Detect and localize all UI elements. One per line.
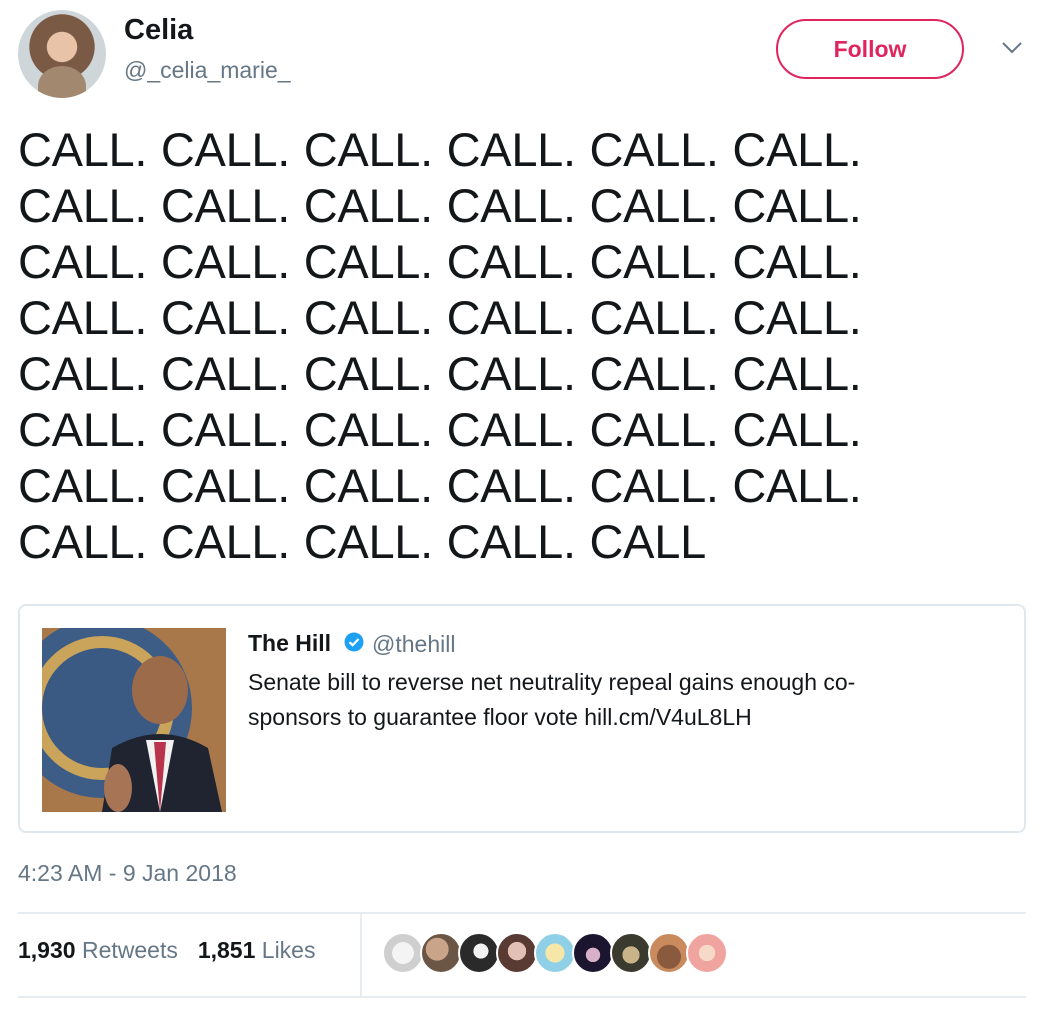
retweets-label: Retweets xyxy=(81,937,178,963)
engagement-stats: 1,930 Retweets 1,851 Likes xyxy=(18,937,315,964)
liker-avatar[interactable] xyxy=(458,932,500,974)
follow-button[interactable]: Follow xyxy=(776,19,964,79)
tweet-line: CALL. CALL. CALL. CALL. CALL. CALL. xyxy=(18,347,862,400)
likes-stat[interactable]: 1,851 Likes xyxy=(198,937,316,964)
quoted-tweet-image xyxy=(42,628,226,812)
divider xyxy=(18,996,1026,998)
stats-separator xyxy=(360,914,362,996)
author-avatar[interactable] xyxy=(18,10,106,98)
author-handle[interactable]: @_celia_marie_ xyxy=(124,57,291,84)
tweet-timestamp[interactable]: 4:23 AM - 9 Jan 2018 xyxy=(18,860,237,887)
divider xyxy=(18,912,1026,914)
liker-avatar[interactable] xyxy=(572,932,614,974)
verified-badge-icon xyxy=(344,632,364,652)
retweets-count: 1,930 xyxy=(18,937,76,963)
quoted-author-name: The Hill xyxy=(248,630,332,656)
likes-count: 1,851 xyxy=(197,937,256,963)
tweet-line: CALL. CALL. CALL. CALL. CALL. CALL. xyxy=(18,179,862,232)
retweets-stat[interactable]: 1,930 Retweets xyxy=(18,937,178,964)
tweet-line: CALL. CALL. CALL. CALL. CALL. CALL. xyxy=(18,123,862,176)
author-name[interactable]: Celia xyxy=(124,14,193,47)
tweet-line: CALL. CALL. CALL. CALL. CALL. CALL. xyxy=(18,291,862,344)
quoted-author-handle: @thehill xyxy=(372,631,456,657)
liker-avatars xyxy=(382,932,728,974)
tweet-line: CALL. CALL. CALL. CALL. CALL xyxy=(18,515,706,568)
liker-avatar[interactable] xyxy=(496,932,538,974)
tweet-line: CALL. CALL. CALL. CALL. CALL. CALL. xyxy=(18,235,862,288)
tweet-line: CALL. CALL. CALL. CALL. CALL. CALL. xyxy=(18,459,862,512)
chevron-down-icon[interactable] xyxy=(1000,36,1024,60)
likes-label: Likes xyxy=(261,937,316,963)
liker-avatar[interactable] xyxy=(534,932,576,974)
liker-avatar[interactable] xyxy=(382,932,424,974)
quoted-tweet-text: Senate bill to reverse net neutrality re… xyxy=(248,669,856,730)
tweet-text: CALL. CALL. CALL. CALL. CALL. CALL. CALL… xyxy=(18,122,1028,570)
tweet-line: CALL. CALL. CALL. CALL. CALL. CALL. xyxy=(18,403,862,456)
liker-avatar[interactable] xyxy=(420,932,462,974)
quoted-tweet-card[interactable]: The Hill @thehill Senate bill to reverse… xyxy=(18,604,1026,833)
liker-avatar[interactable] xyxy=(686,932,728,974)
liker-avatar[interactable] xyxy=(610,932,652,974)
liker-avatar[interactable] xyxy=(648,932,690,974)
